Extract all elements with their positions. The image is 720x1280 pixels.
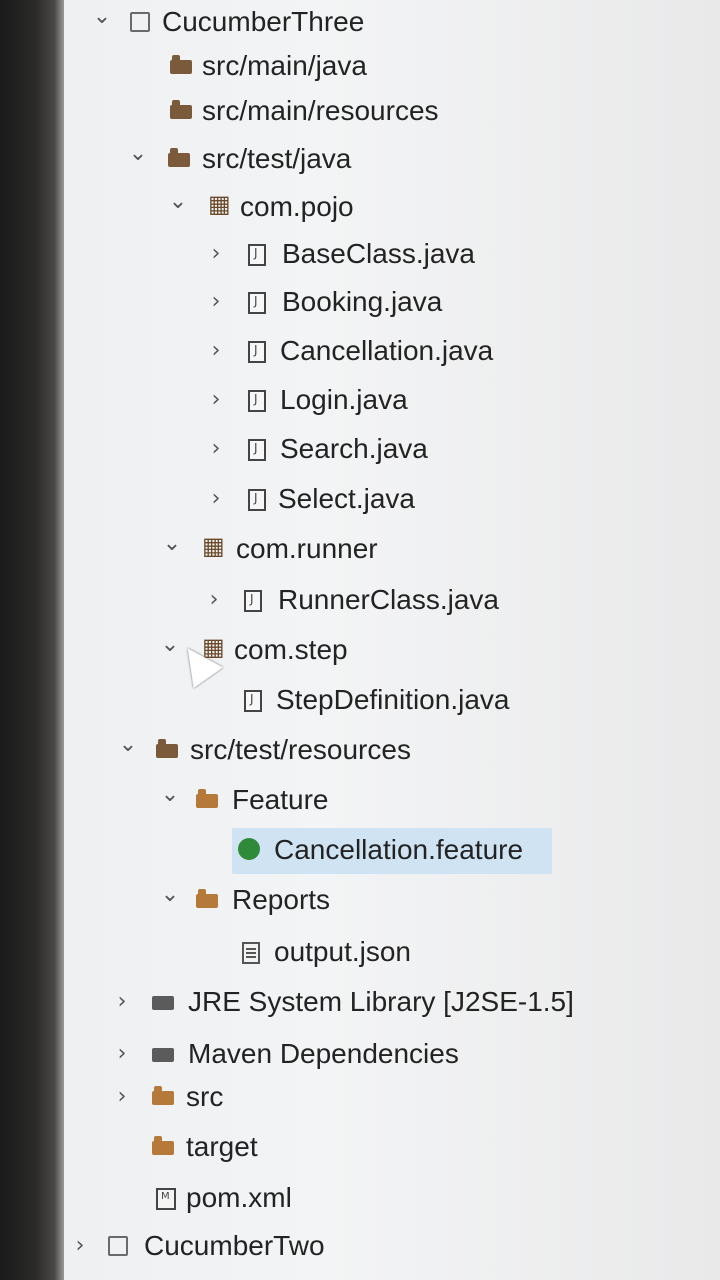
tree-item-label: src	[186, 1081, 224, 1112]
tree-item-label: Maven Dependencies	[188, 1038, 459, 1069]
chevron-right-icon[interactable]	[206, 489, 226, 509]
cucumber-feature-icon	[238, 838, 260, 860]
package-icon: ▦	[202, 533, 225, 560]
tree-item[interactable]: Cancellation.feature	[0, 828, 720, 874]
chevron-right-icon[interactable]	[112, 992, 132, 1012]
tree-item-label: src/test/resources	[190, 734, 411, 765]
java-file-icon	[248, 489, 266, 511]
tree-item-label: BaseClass.java	[282, 238, 475, 269]
tree-item-label: output.json	[274, 936, 411, 967]
chevron-right-icon[interactable]	[206, 439, 226, 459]
tree-item-label: JRE System Library [J2SE-1.5]	[188, 986, 574, 1017]
folder-icon	[152, 1136, 174, 1155]
chevron-down-icon[interactable]	[128, 149, 148, 169]
chevron-right-icon[interactable]	[112, 1087, 132, 1107]
tree-item[interactable]: ▦com.step	[0, 628, 720, 672]
java-file-icon	[248, 390, 266, 412]
chevron-down-icon[interactable]	[118, 740, 138, 760]
maven-pom-icon	[156, 1188, 176, 1210]
chevron-down-icon[interactable]	[162, 539, 182, 559]
tree-item[interactable]: src/test/java	[0, 137, 720, 181]
tree-item[interactable]: src/test/resources	[0, 728, 720, 772]
tree-item[interactable]: CucumberThree	[0, 0, 720, 44]
tree-item-label: pom.xml	[186, 1182, 292, 1213]
chevron-right-icon[interactable]	[206, 244, 226, 264]
tree-item[interactable]: ▦ com.runner	[0, 527, 720, 571]
tree-item-label: RunnerClass.java	[278, 584, 499, 615]
tree-item[interactable]: Reports	[0, 878, 720, 922]
tree-item[interactable]: Booking.java	[0, 280, 720, 324]
chevron-right-icon[interactable]	[70, 1236, 90, 1256]
source-folder-icon	[168, 148, 190, 167]
chevron-right-icon[interactable]	[206, 292, 226, 312]
tree-item-label: Login.java	[280, 384, 408, 415]
chevron-right-icon[interactable]	[206, 390, 226, 410]
tree-item[interactable]: Select.java	[0, 477, 720, 521]
library-icon	[152, 996, 174, 1010]
folder-icon	[196, 889, 218, 908]
tree-item-label: Feature	[232, 784, 329, 815]
chevron-right-icon[interactable]	[206, 341, 226, 361]
library-icon	[152, 1048, 174, 1062]
project-tree: CucumberThree src/main/java src/main/resou…	[0, 0, 720, 1280]
source-folder-icon	[156, 739, 178, 758]
tree-item-label: CucumberTwo	[144, 1230, 325, 1261]
tree-item-label: src/main/resources	[202, 95, 439, 126]
java-file-icon	[248, 341, 266, 363]
tree-item[interactable]: BaseClass.java	[0, 232, 720, 276]
tree-item[interactable]: Login.java	[0, 378, 720, 422]
chevron-down-icon[interactable]	[92, 12, 112, 32]
project-icon	[130, 12, 150, 32]
tree-item-label: StepDefinition.java	[276, 684, 510, 715]
tree-item[interactable]: CucumberTwo	[0, 1224, 720, 1268]
json-file-icon	[242, 942, 260, 964]
java-file-icon	[248, 439, 266, 461]
source-folder-icon	[170, 55, 192, 74]
tree-item-label: Reports	[232, 884, 331, 915]
tree-item-label: src/main/java	[202, 50, 367, 81]
tree-item-label: Cancellation.feature	[274, 834, 524, 865]
tree-item[interactable]: Feature	[0, 778, 720, 822]
chevron-right-icon[interactable]	[112, 1044, 132, 1064]
tree-item[interactable]: output.json	[0, 930, 720, 974]
tree-item-label: CucumberThree	[162, 6, 365, 37]
tree-item-label: target	[186, 1131, 258, 1162]
tree-item[interactable]: JRE System Library [J2SE-1.5]	[0, 980, 720, 1024]
tree-item[interactable]: src/main/resources	[0, 89, 720, 133]
tree-item[interactable]: Search.java	[0, 427, 720, 471]
folder-icon	[196, 789, 218, 808]
tree-item[interactable]: src/main/java	[0, 44, 720, 88]
tree-item-label: src/test/java	[202, 143, 352, 174]
java-file-icon	[248, 292, 266, 314]
tree-item[interactable]: StepDefinition.java	[0, 678, 720, 722]
java-file-icon	[244, 690, 262, 712]
tree-item-label: Search.java	[280, 433, 428, 464]
tree-item[interactable]: src	[0, 1075, 720, 1119]
source-folder-icon	[170, 100, 192, 119]
tree-item[interactable]: RunnerClass.java	[0, 578, 720, 622]
tree-item-label: Cancellation.java	[280, 335, 494, 366]
java-file-icon	[248, 244, 266, 266]
folder-icon	[152, 1086, 174, 1105]
tree-item[interactable]: Cancellation.java	[0, 329, 720, 373]
chevron-down-icon[interactable]	[160, 790, 180, 810]
tree-item-label: com.runner	[236, 533, 378, 564]
tree-item-label: Select.java	[278, 483, 415, 514]
tree-item[interactable]: ▦ com.pojo	[0, 185, 720, 229]
tree-item[interactable]: pom.xml	[0, 1176, 720, 1220]
chevron-down-icon[interactable]	[160, 890, 180, 910]
tree-item-label: Booking.java	[282, 286, 443, 317]
tree-item-label: com.pojo	[240, 191, 354, 222]
java-file-icon	[244, 590, 262, 612]
chevron-down-icon[interactable]	[168, 197, 188, 217]
package-icon: ▦	[208, 191, 231, 218]
tree-item[interactable]: target	[0, 1125, 720, 1169]
project-icon	[108, 1236, 128, 1256]
chevron-right-icon[interactable]	[204, 590, 224, 610]
tree-item[interactable]: Maven Dependencies	[0, 1032, 720, 1076]
tree-item-label: com.step	[234, 634, 348, 665]
